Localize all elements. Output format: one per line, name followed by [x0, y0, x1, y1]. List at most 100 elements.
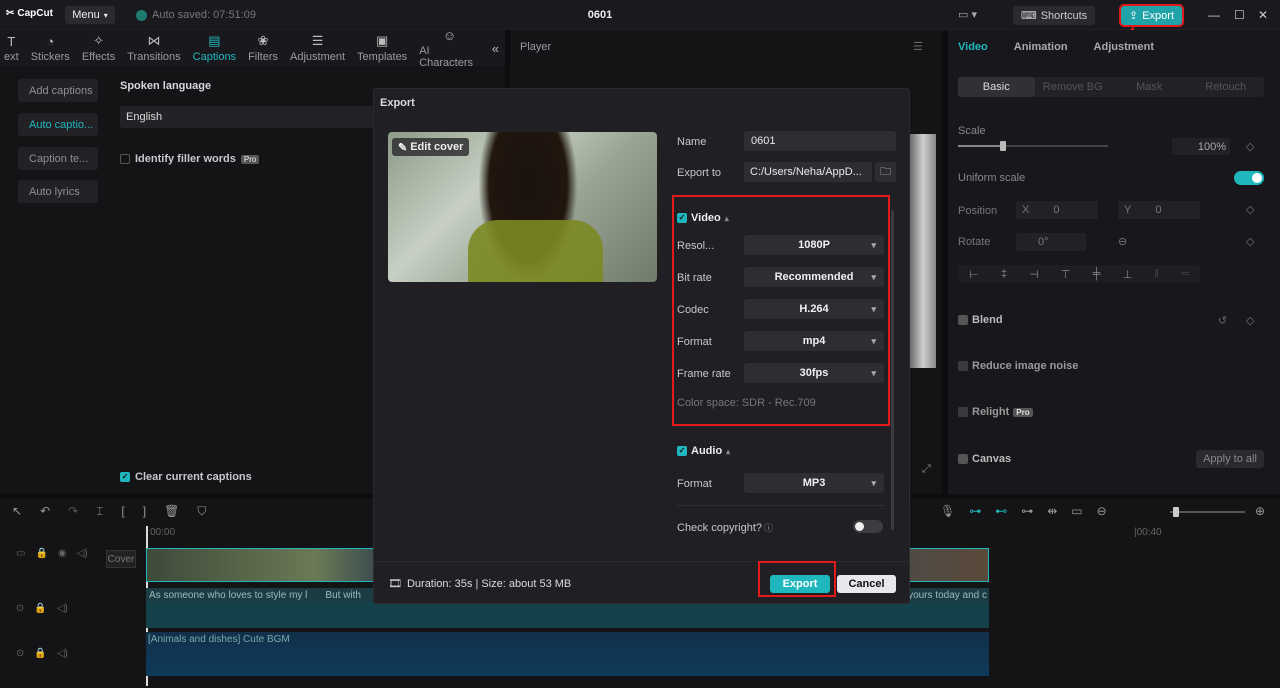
audio-track-clip[interactable]: [Animals and dishes] Cute BGM: [146, 632, 989, 676]
collapse-panel-icon[interactable]: «: [486, 30, 505, 66]
subtab-mask[interactable]: Mask: [1111, 77, 1188, 97]
tab-animation[interactable]: Animation: [1014, 41, 1068, 53]
reduce-noise-section[interactable]: Reduce image noise: [958, 360, 1078, 372]
magnet-icon[interactable]: ⊷: [995, 504, 1007, 518]
keyframe-icon[interactable]: ◇: [1246, 235, 1254, 248]
caption-icon[interactable]: ▭: [1071, 504, 1082, 518]
tab-video[interactable]: Video: [958, 41, 988, 53]
align-bottom-icon[interactable]: ⊥: [1123, 268, 1133, 281]
close-icon[interactable]: ✕: [1258, 8, 1268, 22]
tab-text[interactable]: Text: [0, 30, 25, 66]
subtab-basic[interactable]: Basic: [958, 77, 1035, 97]
tab-ai-characters[interactable]: ☺ AI Characters: [413, 28, 486, 69]
audio-section-toggle[interactable]: ✓ Audio ▴: [677, 445, 730, 457]
audio-format-select[interactable]: MP3 ▾: [744, 473, 884, 493]
apply-to-all-button[interactable]: Apply to all: [1196, 450, 1264, 468]
audio-icon[interactable]: ◁): [57, 648, 68, 659]
rotate-field[interactable]: 0°: [1016, 233, 1086, 251]
subtab-remove-bg[interactable]: Remove BG: [1035, 77, 1112, 97]
zoom-out-icon[interactable]: ⊖: [1097, 504, 1107, 518]
caption-clip-1[interactable]: As someone who loves to style my l: [149, 590, 307, 601]
link-icon[interactable]: ⊶: [969, 504, 981, 518]
position-x-field[interactable]: X0: [1016, 201, 1098, 219]
align-right-icon[interactable]: ⊣: [1029, 268, 1039, 281]
marker-icon[interactable]: ⛉: [197, 504, 206, 519]
undo-icon[interactable]: ↶: [40, 504, 50, 519]
align-clips-icon[interactable]: ⇹: [1047, 504, 1057, 518]
fullscreen-icon[interactable]: ⤢: [922, 463, 931, 476]
sidebar-item-auto-captions[interactable]: Auto captio...: [18, 113, 98, 136]
cover-preview[interactable]: ✎ Edit cover: [388, 132, 657, 282]
caption-clip-3[interactable]: yours today and c: [908, 590, 989, 601]
info-icon[interactable]: ⓘ: [764, 521, 773, 534]
tab-templates[interactable]: ▣ Templates: [351, 30, 413, 66]
scale-value-field[interactable]: 100%: [1172, 138, 1230, 155]
audio-icon[interactable]: ◁): [57, 603, 68, 614]
zoom-in-icon[interactable]: ⊕: [1255, 504, 1265, 518]
minimize-icon[interactable]: —: [1208, 8, 1220, 22]
export-button-top[interactable]: ⇪ Export: [1119, 4, 1184, 27]
rotate-dial-icon[interactable]: ⊖: [1118, 235, 1127, 248]
align-left-icon[interactable]: ⊢: [969, 268, 979, 281]
spoken-language-select[interactable]: English: [120, 106, 390, 128]
split-left-icon[interactable]: [: [121, 504, 124, 519]
reset-icon[interactable]: ↺: [1218, 314, 1227, 327]
clear-captions-option[interactable]: ✓ Clear current captions: [120, 471, 252, 483]
subtab-retouch[interactable]: Retouch: [1188, 77, 1265, 97]
distribute-v-icon[interactable]: ═: [1181, 268, 1189, 280]
shortcuts-button[interactable]: ⌨ Shortcuts: [1013, 6, 1095, 25]
canvas-checkbox[interactable]: [958, 454, 968, 464]
align-top-icon[interactable]: ⊤: [1061, 268, 1071, 281]
caption-clip-2[interactable]: But with: [325, 590, 361, 601]
tab-filters[interactable]: ❀ Filters: [242, 30, 284, 66]
microphone-icon[interactable]: 🎙: [940, 504, 955, 518]
audio-checkbox[interactable]: ✓: [677, 446, 687, 456]
tab-captions[interactable]: ▤ Captions: [187, 30, 242, 66]
tab-effects[interactable]: ✧ Effects: [76, 30, 121, 66]
split-right-icon[interactable]: ]: [143, 504, 146, 519]
filler-words-checkbox[interactable]: [120, 154, 130, 164]
relight-checkbox[interactable]: [958, 407, 968, 417]
position-y-field[interactable]: Y0: [1118, 201, 1200, 219]
canvas-section[interactable]: Canvas: [958, 453, 1011, 465]
select-tool-icon[interactable]: ↖: [12, 504, 22, 519]
relight-section[interactable]: Relight Pro: [958, 406, 1033, 418]
keyframe-icon[interactable]: ◇: [1246, 314, 1254, 327]
align-middle-icon[interactable]: ╪: [1093, 268, 1101, 280]
cancel-button[interactable]: Cancel: [837, 575, 896, 593]
sidebar-item-add-captions[interactable]: Add captions: [18, 79, 98, 102]
keyframe-icon[interactable]: ◇: [1246, 203, 1254, 216]
eye-icon[interactable]: ◉: [58, 548, 67, 559]
menu-button[interactable]: Menu ▾: [65, 6, 115, 24]
blend-section[interactable]: Blend: [958, 314, 1003, 326]
blend-checkbox[interactable]: [958, 315, 968, 325]
edit-cover-button[interactable]: ✎ Edit cover: [392, 138, 470, 156]
player-menu-icon[interactable]: ☰: [913, 40, 923, 53]
sidebar-item-auto-lyrics[interactable]: Auto lyrics: [18, 180, 98, 203]
delete-icon[interactable]: 🗑: [164, 504, 179, 519]
align-center-icon[interactable]: ‡: [1001, 268, 1007, 280]
tab-adjustment[interactable]: ☰ Adjustment: [284, 30, 351, 66]
scale-slider[interactable]: [958, 141, 1108, 151]
keyframe-icon[interactable]: ◇: [1246, 140, 1254, 153]
name-input[interactable]: 0601: [744, 131, 896, 151]
chain-icon[interactable]: ⊶: [1021, 504, 1033, 518]
uniform-scale-toggle[interactable]: [1234, 171, 1264, 185]
zoom-slider[interactable]: [1170, 507, 1245, 517]
copyright-toggle[interactable]: [853, 520, 883, 533]
lock-icon[interactable]: 🔒: [34, 603, 46, 614]
folder-icon[interactable]: 🗀: [875, 162, 896, 182]
export-path-input[interactable]: C:/Users/Neha/AppD...: [744, 162, 872, 182]
settings-scrollbar[interactable]: [891, 210, 894, 530]
lock-icon[interactable]: 🔒: [34, 648, 46, 659]
tab-adjustment-right[interactable]: Adjustment: [1094, 41, 1155, 53]
sidebar-item-caption-templates[interactable]: Caption te...: [18, 147, 98, 170]
filler-words-option[interactable]: Identify filler words Pro: [120, 153, 260, 165]
redo-icon[interactable]: ↷: [68, 504, 78, 519]
audio-icon[interactable]: ◁): [77, 548, 88, 559]
tab-transitions[interactable]: ⋈ Transitions: [121, 30, 186, 66]
lock-icon[interactable]: 🔒: [35, 548, 47, 559]
distribute-icon[interactable]: ‖: [1154, 268, 1159, 280]
clear-captions-checkbox[interactable]: ✓: [120, 472, 130, 482]
maximize-icon[interactable]: ☐: [1234, 8, 1245, 22]
